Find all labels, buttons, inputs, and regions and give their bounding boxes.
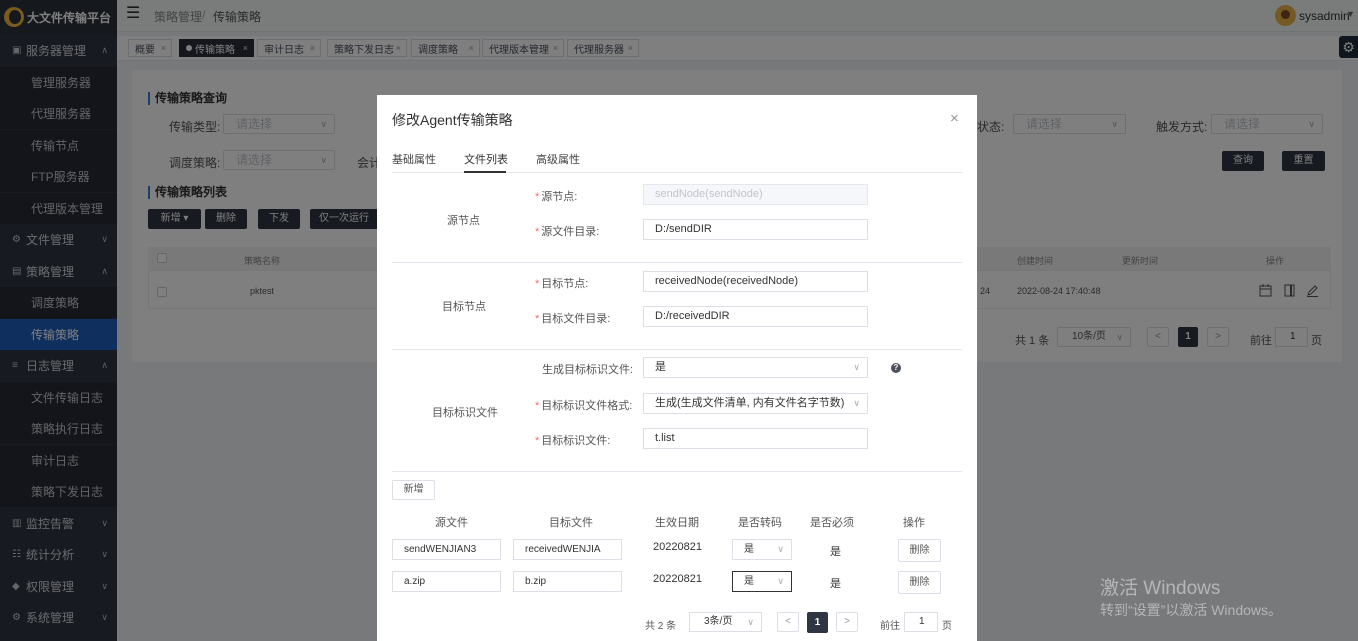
- flag-group-label: 目标标识文件: [432, 407, 498, 419]
- modal-page-size-select[interactable]: 3条/页 ∨: [689, 612, 762, 632]
- target-dir-label: * 目标文件目录:: [535, 313, 611, 325]
- chevron-down-icon: ∨: [777, 544, 784, 554]
- flag-file-input[interactable]: t.list: [643, 428, 868, 449]
- active-tab-indicator: [464, 171, 506, 173]
- source-dir-label: * 源文件目录:: [535, 226, 600, 238]
- row-date: 20220821: [653, 541, 702, 553]
- target-group-label: 目标节点: [442, 301, 486, 313]
- source-node-input: sendNode(sendNode): [643, 184, 868, 205]
- windows-activation-hint: 转到“设置”以激活 Windows。: [1100, 602, 1283, 618]
- modal-current-page[interactable]: 1: [807, 612, 828, 633]
- source-dir-input[interactable]: D:/sendDIR: [643, 219, 868, 240]
- chevron-down-icon: ∨: [777, 576, 784, 586]
- column-header-ops: 操作: [903, 517, 925, 529]
- windows-activation-title: 激活 Windows: [1100, 578, 1221, 599]
- modal-pagination-total: 共 2 条: [645, 621, 677, 632]
- column-header-transcode: 是否转码: [738, 517, 782, 529]
- column-header-required: 是否必须: [810, 517, 854, 529]
- modal-goto-label: 前往: [880, 621, 900, 632]
- source-node-label: * 源节点:: [535, 191, 578, 203]
- target-dir-input[interactable]: D:/receivedDIR: [643, 306, 868, 327]
- chevron-down-icon: ∨: [853, 398, 860, 408]
- target-node-label: * 目标节点:: [535, 278, 589, 290]
- column-header-date: 生效日期: [655, 517, 699, 529]
- modal-prev-page-button[interactable]: <: [777, 612, 799, 632]
- row-src-input[interactable]: sendWENJIAN3: [392, 539, 501, 560]
- flag-format-select[interactable]: 生成(生成文件清单, 内有文件名字节数) ∨: [643, 393, 868, 414]
- divider: [392, 471, 962, 472]
- row-dst-input[interactable]: b.zip: [513, 571, 622, 592]
- modal-page-unit-label: 页: [942, 621, 952, 632]
- modal-tab[interactable]: 文件列表: [464, 151, 508, 167]
- row-delete-button[interactable]: 删除: [898, 539, 941, 562]
- chevron-down-icon: ∨: [853, 362, 860, 372]
- modal-tab[interactable]: 高级属性: [536, 151, 580, 167]
- help-icon[interactable]: ?: [891, 363, 901, 373]
- target-node-input[interactable]: receivedNode(receivedNode): [643, 271, 868, 292]
- modal-goto-page-input[interactable]: 1: [904, 612, 938, 632]
- source-group-label: 源节点: [447, 215, 480, 227]
- column-header-src: 源文件: [435, 517, 468, 529]
- divider: [392, 349, 962, 350]
- row-required: 是: [830, 578, 841, 590]
- row-transcode-select[interactable]: 是 ∨: [732, 539, 792, 560]
- column-header-dst: 目标文件: [549, 517, 593, 529]
- row-delete-button[interactable]: 删除: [898, 571, 941, 594]
- gen-flag-label: 生成目标标识文件:: [542, 364, 634, 376]
- row-required: 是: [830, 546, 841, 558]
- row-date: 20220821: [653, 573, 702, 585]
- gen-flag-select[interactable]: 是 ∨: [643, 357, 868, 378]
- modal-title: 修改Agent传输策略: [392, 112, 513, 128]
- flag-format-label: * 目标标识文件格式:: [535, 400, 633, 412]
- row-dst-input[interactable]: receivedWENJIA: [513, 539, 622, 560]
- add-file-button[interactable]: 新增: [392, 480, 435, 500]
- close-icon[interactable]: ×: [950, 110, 959, 127]
- chevron-down-icon: ∨: [747, 617, 754, 627]
- modal-next-page-button[interactable]: >: [836, 612, 858, 632]
- row-transcode-select[interactable]: 是 ∨: [732, 571, 792, 592]
- divider: [392, 262, 962, 263]
- row-src-input[interactable]: a.zip: [392, 571, 501, 592]
- modal-tab[interactable]: 基础属性: [392, 151, 436, 167]
- flag-file-label: * 目标标识文件:: [535, 435, 611, 447]
